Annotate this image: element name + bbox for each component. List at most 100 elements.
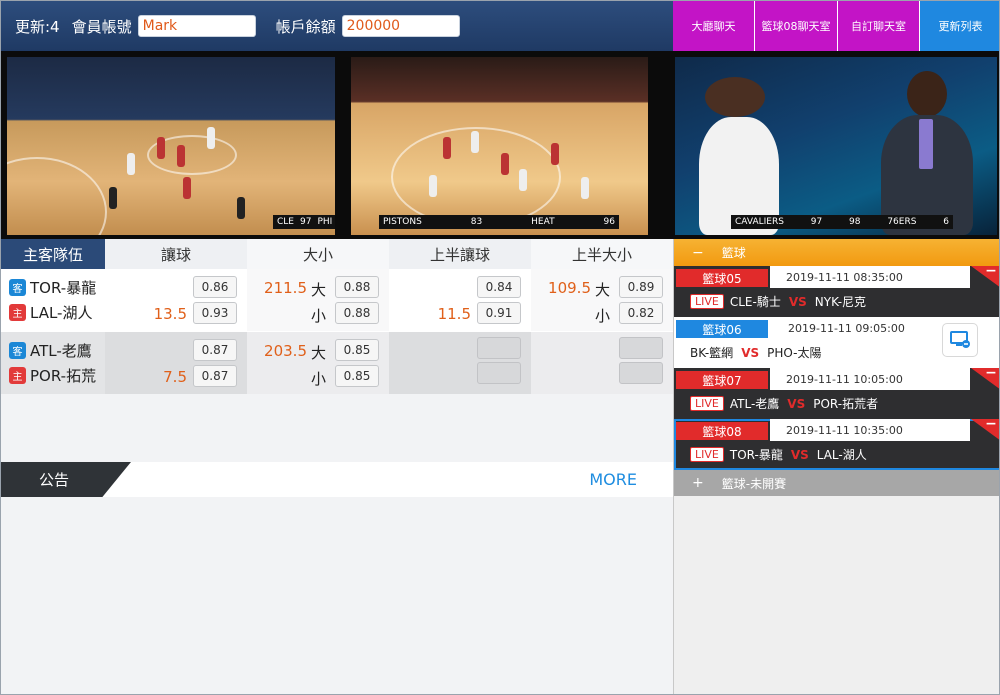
match-row: 客 TOR-暴龍 主 LAL-湖人 0.86 13.5 0.93 211.5 大… bbox=[1, 269, 673, 331]
away-team: 客 ATL-老鷹 bbox=[9, 340, 92, 360]
category-upcoming[interactable]: + 籃球-未開賽 bbox=[674, 470, 999, 496]
remove-icon[interactable]: − bbox=[971, 368, 999, 390]
game-label: 籃球05 bbox=[676, 269, 768, 287]
odds-table: 主客隊伍 讓球 大小 上半讓球 上半大小 客 TOR-暴龍 主 LAL-湖人 0… bbox=[1, 239, 673, 394]
live-badge: LIVE bbox=[690, 396, 724, 411]
game-label: 籃球06 bbox=[676, 320, 768, 338]
vs-label: VS bbox=[787, 396, 806, 411]
category-basketball[interactable]: − 籃球 bbox=[674, 239, 999, 266]
game-teams: LIVE ATL-老鷹 VS POR-拓荒者 bbox=[690, 395, 878, 412]
odds-button[interactable]: 0.84 bbox=[477, 276, 521, 298]
away-name: TOR-暴龍 bbox=[729, 448, 783, 462]
odds-button[interactable]: 0.87 bbox=[193, 339, 237, 361]
team-name: POR-拓荒 bbox=[30, 366, 97, 385]
scorebug-2: PISTONS 83 HEAT 96 bbox=[379, 215, 619, 229]
away-tag: 客 bbox=[9, 278, 26, 296]
live-badge: LIVE bbox=[690, 294, 724, 309]
game-item[interactable]: 籃球05 2019-11-11 08:35:00 − LIVE CLE-騎士 V… bbox=[674, 266, 999, 317]
game-time: 2019-11-11 10:05:00 bbox=[770, 368, 970, 390]
home-tag: 主 bbox=[9, 366, 26, 384]
home-team: 主 LAL-湖人 bbox=[9, 302, 92, 322]
monitor-icon bbox=[950, 331, 970, 348]
odds-button[interactable]: 0.88 bbox=[335, 276, 379, 298]
category-label: 籃球-未開賽 bbox=[721, 476, 787, 491]
header-total: 大小 bbox=[247, 239, 389, 269]
nav-buttons: 大廳聊天 籃球08聊天室 自訂聊天室 更新列表 bbox=[673, 1, 999, 51]
game-teams: LIVE CLE-騎士 VS NYK-尼克 bbox=[690, 293, 866, 310]
game-item-selected[interactable]: 籃球08 2019-11-11 10:35:00 − LIVE TOR-暴龍 V… bbox=[674, 419, 999, 470]
odds-button-empty[interactable] bbox=[619, 362, 663, 384]
game-item[interactable]: 籃球07 2019-11-11 10:05:00 − LIVE ATL-老鷹 V… bbox=[674, 368, 999, 419]
header-spread: 讓球 bbox=[105, 239, 247, 269]
over-label: 大 bbox=[595, 281, 611, 299]
total-line: 203.5 bbox=[264, 342, 307, 360]
under-label: 小 bbox=[595, 307, 611, 325]
screen-toggle-button[interactable] bbox=[942, 323, 978, 357]
video-player-3[interactable]: CAVALIERS 97 98 76ERS 6 bbox=[675, 57, 997, 235]
announcement-title: 公告 bbox=[1, 462, 131, 497]
header-teams: 主客隊伍 bbox=[1, 239, 105, 269]
update-count: 更新:4 bbox=[15, 17, 60, 36]
over-label: 大 bbox=[311, 281, 327, 299]
video-strip: CLE97 PHI92 PISTONS83 HEAT96 bbox=[1, 51, 999, 239]
lobby-chat-button[interactable]: 大廳聊天 bbox=[673, 1, 755, 51]
collapse-icon[interactable]: − bbox=[692, 245, 704, 261]
away-tag: 客 bbox=[9, 341, 26, 359]
update-list-button[interactable]: 更新列表 bbox=[920, 1, 999, 51]
home-tag: 主 bbox=[9, 303, 26, 321]
balance-field: 200000 bbox=[341, 15, 460, 37]
odds-button[interactable]: 0.86 bbox=[193, 276, 237, 298]
game-time: 2019-11-11 08:35:00 bbox=[770, 266, 970, 288]
odds-button[interactable]: 0.88 bbox=[335, 302, 379, 324]
odds-button[interactable]: 0.93 bbox=[193, 302, 237, 324]
member-label: 會員帳號 bbox=[71, 17, 132, 36]
expand-icon[interactable]: + bbox=[692, 475, 704, 491]
team-name: LAL-湖人 bbox=[30, 303, 93, 322]
match-row: 客 ATL-老鷹 主 POR-拓荒 0.87 7.5 0.87 203.5 大 … bbox=[1, 332, 673, 394]
odds-button[interactable]: 0.91 bbox=[477, 302, 521, 324]
odds-button[interactable]: 0.89 bbox=[619, 276, 663, 298]
scorebug-1: CLE97 PHI92 bbox=[273, 215, 335, 229]
remove-icon[interactable]: − bbox=[971, 419, 999, 441]
header-bar: 更新:4 會員帳號 Mark 帳戶餘額 200000 bbox=[1, 1, 673, 51]
basketball08-chat-button[interactable]: 籃球08聊天室 bbox=[755, 1, 838, 51]
live-badge: LIVE bbox=[690, 447, 724, 462]
home-name: NYK-尼克 bbox=[814, 295, 867, 309]
home-name: POR-拓荒者 bbox=[813, 397, 879, 411]
odds-button-empty[interactable] bbox=[477, 362, 521, 384]
half-spread-line: 11.5 bbox=[437, 305, 471, 323]
odds-table-header: 主客隊伍 讓球 大小 上半讓球 上半大小 bbox=[1, 239, 673, 269]
spread-line: 7.5 bbox=[163, 368, 187, 386]
video-player-2[interactable]: PISTONS 83 HEAT 96 bbox=[351, 57, 648, 235]
video-player-1[interactable]: CLE97 PHI92 bbox=[7, 57, 335, 235]
total-line: 211.5 bbox=[264, 279, 307, 297]
game-teams: BK-籃網 VS PHO-太陽 bbox=[690, 344, 822, 361]
announcement-bar: 公告 MORE bbox=[1, 462, 673, 497]
away-name: CLE-騎士 bbox=[729, 295, 781, 309]
odds-button-empty[interactable] bbox=[477, 337, 521, 359]
balance-label: 帳戶餘額 bbox=[275, 17, 336, 36]
game-teams: LIVE TOR-暴龍 VS LAL-湖人 bbox=[690, 446, 867, 463]
game-label: 籃球08 bbox=[676, 422, 768, 440]
home-team: 主 POR-拓荒 bbox=[9, 365, 96, 385]
member-account-field[interactable]: Mark bbox=[137, 15, 256, 37]
team-name: TOR-暴龍 bbox=[30, 278, 97, 297]
odds-button[interactable]: 0.82 bbox=[619, 302, 663, 324]
game-label: 籃球07 bbox=[676, 371, 768, 389]
game-list-panel: − 籃球 籃球05 2019-11-11 08:35:00 − LIVE CLE… bbox=[673, 239, 999, 694]
more-link[interactable]: MORE bbox=[589, 470, 637, 489]
remove-icon[interactable]: − bbox=[971, 266, 999, 288]
odds-button[interactable]: 0.85 bbox=[335, 339, 379, 361]
category-label: 籃球 bbox=[721, 246, 746, 260]
away-name: ATL-老鷹 bbox=[729, 397, 780, 411]
away-team: 客 TOR-暴龍 bbox=[9, 277, 96, 297]
odds-button[interactable]: 0.87 bbox=[193, 365, 237, 387]
team-name: ATL-老鷹 bbox=[30, 341, 92, 360]
home-name: LAL-湖人 bbox=[816, 448, 867, 462]
odds-button-empty[interactable] bbox=[619, 337, 663, 359]
odds-button[interactable]: 0.85 bbox=[335, 365, 379, 387]
custom-chat-button[interactable]: 自訂聊天室 bbox=[838, 1, 920, 51]
vs-label: VS bbox=[790, 447, 809, 462]
app-root: 更新:4 會員帳號 Mark 帳戶餘額 200000 大廳聊天 籃球08聊天室 … bbox=[0, 0, 1000, 695]
vs-label: VS bbox=[741, 345, 760, 360]
